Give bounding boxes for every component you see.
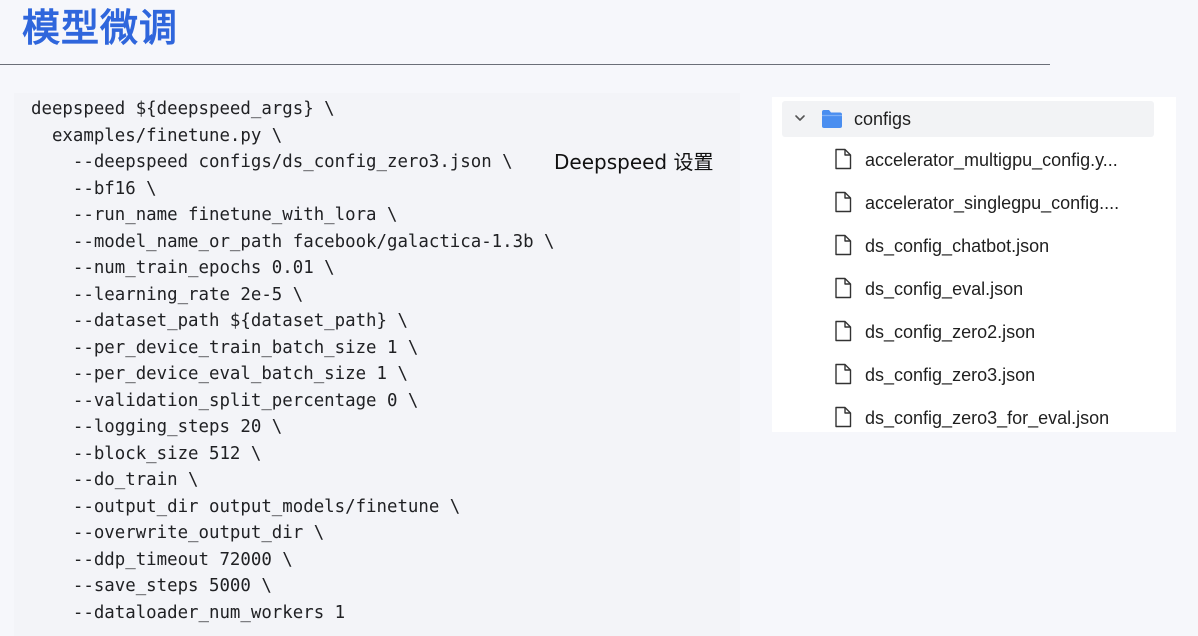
file-item[interactable]: ds_config_chatbot.json	[832, 230, 1152, 264]
code-line: --do_train \	[31, 470, 199, 490]
folder-row-configs[interactable]: configs	[782, 101, 1154, 137]
code-line: --save_steps 5000 \	[31, 576, 272, 596]
file-icon	[835, 234, 852, 256]
file-label: ds_config_zero3_for_eval.json	[865, 408, 1110, 428]
file-label: ds_config_zero2.json	[865, 322, 1036, 342]
code-line: --block_size 512 \	[31, 443, 262, 464]
file-icon	[835, 277, 852, 299]
slide-title: 模型微调	[22, 6, 179, 50]
file-item[interactable]: ds_config_zero3.json	[832, 359, 1152, 393]
code-line: deepspeed ${deepspeed_args} \	[31, 99, 335, 119]
file-item[interactable]: ds_config_zero2.json	[832, 316, 1152, 350]
code-line: --overwrite_output_dir \	[31, 523, 325, 543]
code-line: --model_name_or_path facebook/galactica-…	[31, 231, 555, 252]
file-label: ds_config_chatbot.json	[865, 236, 1050, 256]
file-item[interactable]: ds_config_eval.json	[832, 273, 1152, 307]
file-label: ds_config_zero3.json	[865, 365, 1036, 385]
code-line: --logging_steps 20 \	[31, 417, 283, 437]
chevron-down-icon[interactable]	[793, 111, 807, 125]
deepspeed-annotation: Deepspeed 设置	[554, 150, 714, 174]
file-label: ds_config_eval.json	[865, 279, 1024, 299]
code-line: --learning_rate 2e-5 \	[31, 284, 304, 305]
code-line: --bf16 \	[31, 178, 157, 199]
file-explorer: configs accelerator_multigpu_config.y...…	[772, 97, 1176, 432]
code-line: --run_name finetune_with_lora \	[31, 205, 398, 225]
file-icon	[835, 363, 852, 385]
folder-label: configs	[854, 109, 912, 129]
title-divider	[0, 64, 1050, 65]
file-icon	[835, 191, 852, 213]
code-line: --dataset_path ${dataset_path} \	[31, 311, 408, 331]
file-item[interactable]: accelerator_multigpu_config.y...	[832, 144, 1152, 178]
file-icon	[835, 148, 852, 170]
file-icon	[835, 320, 852, 342]
file-icon	[835, 406, 852, 428]
code-line: examples/finetune.py \	[31, 125, 283, 146]
code-line: --validation_split_percentage 0 \	[31, 390, 419, 411]
file-label: accelerator_multigpu_config.y...	[865, 150, 1118, 170]
code-line: --dataloader_num_workers 1	[31, 602, 346, 623]
code-line: --num_train_epochs 0.01 \	[31, 258, 335, 278]
file-item[interactable]: accelerator_singlegpu_config....	[832, 187, 1152, 221]
code-line: --deepspeed configs/ds_config_zero3.json…	[31, 152, 513, 172]
folder-icon	[822, 110, 842, 128]
code-line: --per_device_train_batch_size 1 \	[31, 337, 419, 358]
file-item[interactable]: ds_config_zero3_for_eval.json	[832, 402, 1152, 436]
code-line: --output_dir output_models/finetune \	[31, 496, 461, 517]
code-line: --ddp_timeout 72000 \	[31, 549, 293, 570]
code-line: --per_device_eval_batch_size 1 \	[31, 364, 408, 384]
file-label: accelerator_singlegpu_config....	[865, 193, 1120, 213]
